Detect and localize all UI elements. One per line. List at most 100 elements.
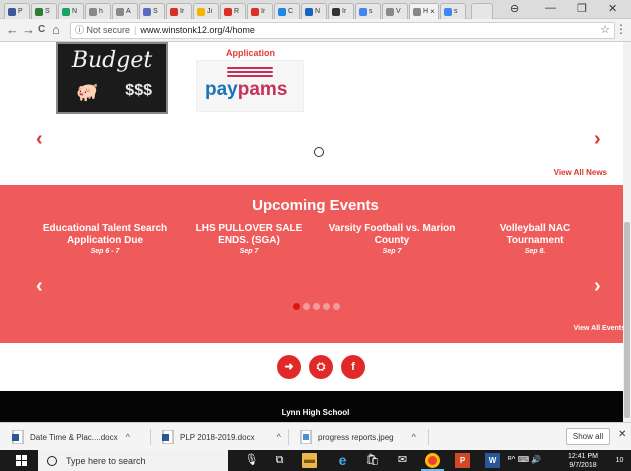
download-item[interactable]: progress reports.jpeg ^ [300, 427, 416, 447]
show-all-button[interactable]: Show all [566, 428, 610, 445]
browser-tab[interactable]: Ir [166, 3, 192, 19]
sitemap-icon[interactable]: ⛭ [309, 355, 333, 379]
browser-tab[interactable]: s [355, 3, 381, 19]
event-item[interactable]: Educational Talent Search Application Du… [40, 223, 170, 255]
scrollbar-thumb[interactable] [624, 222, 630, 418]
pagination-dot[interactable] [303, 303, 310, 310]
browser-tab[interactable]: H × [409, 3, 439, 19]
new-tab-button[interactable] [471, 3, 493, 19]
close-download-bar-icon[interactable]: ✕ [618, 429, 626, 440]
tab-close-icon[interactable]: × [430, 7, 435, 16]
tab-favicon-icon [224, 7, 232, 16]
event-date: Sep 8. [524, 248, 546, 255]
school-name: Lynn High School [281, 408, 350, 417]
forward-button[interactable]: → [22, 22, 35, 38]
event-item[interactable]: Volleyball NAC Tournament Sep 8. [470, 223, 600, 255]
events-prev-arrow-icon[interactable]: ‹ [36, 275, 43, 298]
bookmark-star-icon[interactable]: ☆ [600, 23, 610, 38]
minimize-button[interactable]: — [545, 2, 556, 14]
taskbar-search-input[interactable]: Type here to search [38, 450, 228, 471]
chevron-up-icon[interactable]: ^ [277, 432, 281, 442]
tab-label: R [234, 8, 240, 15]
back-button[interactable]: ← [6, 22, 19, 38]
browser-tab[interactable]: S [139, 3, 165, 19]
paypams-logo[interactable]: paypams [196, 60, 304, 112]
events-next-arrow-icon[interactable]: › [594, 275, 601, 298]
browser-tab[interactable]: N [301, 3, 327, 19]
carousel-indicator[interactable] [314, 147, 324, 157]
event-item[interactable]: Varsity Football vs. Marion County Sep 7 [327, 223, 457, 255]
file-explorer-icon[interactable]: ▬ [302, 453, 317, 468]
tab-favicon-icon [251, 7, 259, 16]
browser-tab[interactable]: S [31, 3, 57, 19]
tab-label: P [18, 8, 23, 15]
tab-label: Ji [207, 8, 213, 15]
browser-tab[interactable]: Ji [193, 3, 219, 19]
security-indicator[interactable]: ⓘ Not secure [75, 25, 130, 35]
browser-tab[interactable]: R [220, 3, 246, 19]
pagination-dot[interactable] [333, 303, 340, 310]
browser-tab[interactable]: s [440, 3, 466, 19]
browser-tab[interactable]: Ir [247, 3, 273, 19]
download-item[interactable]: Date Time & Plac....docx ^ [12, 427, 130, 447]
budget-image[interactable]: Budget 🐖 $$$ [56, 42, 168, 114]
url-input[interactable]: ⓘ Not secure | www.winstonk12.org/4/home ☆ [70, 22, 615, 39]
view-all-events-link[interactable]: View All Events [574, 325, 625, 332]
system-tray[interactable]: ᴿ^ ⌨ 🔊 [508, 455, 541, 464]
tab-label: C [288, 8, 294, 15]
user-icon[interactable]: ⊖ [510, 2, 519, 15]
notification-center-icon[interactable]: 10 [612, 453, 627, 468]
edge-icon[interactable]: e [335, 453, 350, 468]
reload-button[interactable]: C [38, 22, 45, 38]
news-prev-arrow-icon[interactable]: ‹ [36, 128, 43, 151]
paypams-card-icon [227, 67, 273, 79]
page-scrollbar[interactable] [623, 42, 631, 422]
browser-tab[interactable]: Ir [328, 3, 354, 19]
facebook-icon[interactable]: f [341, 355, 365, 379]
pagination-dot[interactable] [323, 303, 330, 310]
mail-icon[interactable]: ✉ [395, 453, 410, 468]
budget-money: $$$ [125, 82, 152, 99]
pagination-dot[interactable] [313, 303, 320, 310]
tab-label: s [454, 8, 458, 15]
event-name: Educational Talent Search Application Du… [42, 223, 168, 246]
browser-menu-icon[interactable]: ⋮ [615, 22, 627, 36]
news-next-arrow-icon[interactable]: › [594, 128, 601, 151]
windows-start-icon[interactable] [16, 455, 27, 466]
tab-favicon-icon [62, 7, 70, 16]
view-all-news-link[interactable]: View All News [554, 168, 607, 177]
browser-tab[interactable]: P [4, 3, 30, 19]
tab-favicon-icon [386, 7, 394, 16]
events-pagination [293, 303, 340, 310]
store-icon[interactable]: 🛍 [365, 453, 380, 468]
browser-tab[interactable]: N [58, 3, 84, 19]
social-links: ➜ ⛭ f [0, 343, 631, 391]
browser-tab[interactable]: A [112, 3, 138, 19]
download-item[interactable]: PLP 2018-2019.docx ^ [162, 427, 281, 447]
tab-label: Ir [180, 8, 185, 15]
chevron-up-icon[interactable]: ^ [126, 432, 130, 442]
page-footer: Lynn High School [0, 391, 631, 422]
word-icon[interactable]: W [485, 453, 500, 468]
close-window-button[interactable]: ✕ [608, 2, 617, 15]
taskbar-clock[interactable]: 12:41 PM 9/7/2018 [568, 452, 598, 470]
tab-label: S [45, 8, 50, 15]
event-item[interactable]: LHS PULLOVER SALE ENDS. (SGA) Sep 7 [184, 223, 314, 255]
task-view-icon[interactable]: ⧉ [272, 453, 287, 468]
powerpoint-icon[interactable]: P [455, 453, 470, 468]
maximize-button[interactable]: ❐ [577, 2, 587, 15]
browser-tab[interactable]: h [85, 3, 111, 19]
tab-label: h [99, 8, 103, 15]
microphone-icon[interactable]: 🎙 [244, 453, 259, 468]
login-icon[interactable]: ➜ [277, 355, 301, 379]
divider [428, 429, 429, 445]
browser-tab[interactable]: V [382, 3, 408, 19]
event-date: Sep 7 [382, 248, 402, 255]
chrome-icon[interactable] [425, 453, 440, 468]
home-button[interactable]: ⌂ [52, 22, 60, 38]
browser-tab[interactable]: C [274, 3, 300, 19]
chevron-up-icon[interactable]: ^ [412, 432, 416, 442]
download-filename: Date Time & Plac....docx [30, 432, 118, 442]
download-bar: Date Time & Plac....docx ^ PLP 2018-2019… [0, 422, 631, 450]
pagination-dot[interactable] [293, 303, 300, 310]
